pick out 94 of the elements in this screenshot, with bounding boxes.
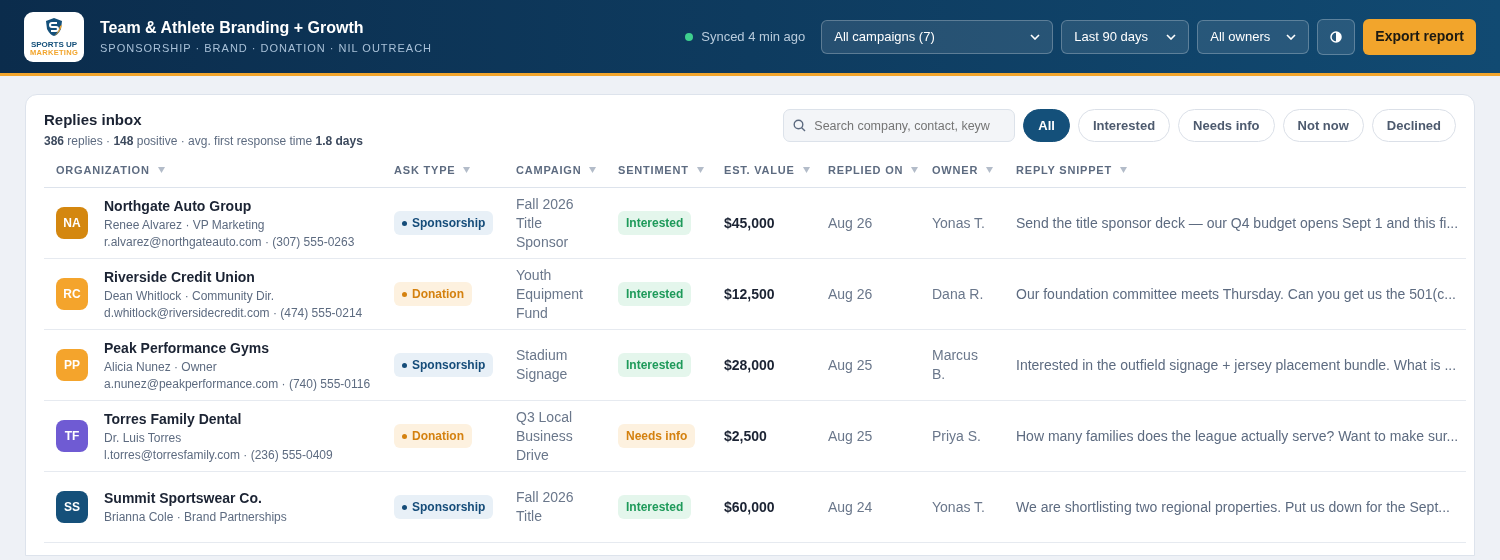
app-title: Team & Athlete Branding + Growth [100,18,365,39]
organization-name: Riverside Credit Union [104,267,256,287]
table-cell: How many families does the league actually serve? Want to make sur... [1004,400,1466,472]
ask-type-tag: Sponsorship [394,353,494,378]
sentiment-tag: Interested [618,282,692,306]
filter-dropdown[interactable]: All campaigns (7) [821,19,1054,54]
table-cell: $2,500 [712,400,816,472]
shield-icon [45,16,63,37]
export-button[interactable]: Export report [1363,18,1476,55]
column-header[interactable]: SENTIMENT [618,161,704,178]
sync-status: Synced 4 min ago [701,27,806,46]
organization-name: Torres Family Dental [104,409,243,429]
sort-icon [157,166,165,173]
table-cell: $45,000 [712,187,816,259]
chevron-down-icon [1166,33,1177,40]
contact-name: Alicia Nunez · Owner [104,358,218,376]
table-cell: Q3 Local Business Drive [504,400,606,472]
organization-name: Northgate Auto Group [104,196,253,216]
table-cell: $60,000 [712,471,816,543]
table-cell: Send the title sponsor deck — our Q4 budget opens Sept 1 and this fi... [1004,187,1466,259]
sort-icon [1120,166,1127,173]
contrast-button[interactable] [1317,18,1356,55]
table-cell: Yonas T. [920,187,1004,259]
avatar: RC [56,278,88,310]
chevron-down-icon [1030,33,1041,40]
filter-chip[interactable]: Needs info [1178,109,1275,142]
inbox-summary: 386 replies · 148 positive · avg. first response time 1.8 days [44,132,363,150]
contact-details: d.whitlock@riversidecredit.com · (474) 555-0214 [104,304,363,322]
ask-type-tag: Donation [394,282,472,307]
organization-name: Peak Performance Gyms [104,338,270,358]
table-cell: Dana R. [920,258,1004,330]
sentiment-tag: Interested [618,353,692,377]
table-cell: Our foundation committee meets Thursday. Can you get us the 501(c... [1004,258,1466,330]
column-header[interactable]: EST. VALUE [724,161,810,178]
table-cell: Marcus B. [920,329,1004,401]
table-cell: Yonas T. [920,471,1004,543]
avatar: PP [56,349,88,381]
filter-chip[interactable]: All [1023,109,1070,142]
sort-icon [802,166,810,173]
sentiment-tag: Needs info [618,424,696,448]
table-cell: Aug 26 [816,187,920,259]
ask-type-tag: Sponsorship [394,495,494,520]
logo-text: SPORTS UP [30,40,78,49]
table-cell: Priya S. [920,400,1004,472]
table-cell: $28,000 [712,329,816,401]
sort-icon [986,166,994,173]
filter-dropdown[interactable]: All owners [1197,19,1310,54]
filter-dropdown[interactable]: Last 90 days [1061,19,1190,54]
table-cell: Aug 25 [816,400,920,472]
ask-type-tag: Sponsorship [394,211,494,236]
column-header[interactable]: ORGANIZATION [56,161,165,178]
contact-name: Dean Whitlock · Community Dir. [104,287,276,305]
column-header[interactable]: CAMPAIGN [516,161,597,178]
ask-type-tag: Donation [394,424,472,449]
table-cell: Youth Equipment Fund [504,258,606,330]
sort-icon [696,166,704,173]
search-field[interactable]: Search company, contact, keyw [783,109,1016,142]
filter-chip[interactable]: Not now [1282,109,1364,142]
table-cell: Aug 24 [816,471,920,543]
table-cell: Fall 2026 Title Sponsor [504,187,606,259]
contrast-icon [1330,30,1343,43]
filter-chip[interactable]: Declined [1371,109,1456,142]
status-dot-icon [685,32,694,41]
column-header[interactable]: REPLY SNIPPET [1016,161,1127,178]
avatar: NA [56,207,88,239]
avatar: TF [56,420,88,452]
sentiment-tag: Interested [618,495,692,519]
table-cell: Stadium Signage [504,329,606,401]
table-cell: Interested in the outfield signage + jersey placement bundle. What is ... [1004,329,1466,401]
inbox-title: Replies inbox [44,110,143,130]
avatar: SS [56,491,88,523]
column-header[interactable]: ASK TYPE [394,161,471,178]
chevron-down-icon [1286,33,1297,40]
table-cell: $12,500 [712,258,816,330]
column-header[interactable]: REPLIED ON [828,161,919,178]
filter-chip[interactable]: Interested [1077,109,1171,142]
search-icon [793,119,807,132]
table-cell: Aug 25 [816,329,920,401]
contact-name: Dr. Luis Torres [104,429,183,447]
contact-name: Renee Alvarez · VP Marketing [104,216,266,234]
sentiment-tag: Interested [618,211,692,235]
column-header[interactable]: OWNER [932,161,994,178]
table-cell: Fall 2026 Title [504,471,606,543]
table-cell: Aug 26 [816,258,920,330]
sort-icon [463,166,471,173]
organization-name: Summit Sportswear Co. [104,489,263,508]
sort-icon [911,166,919,173]
contact-details: l.torres@torresfamily.com · (236) 555-0409 [104,446,333,464]
table-cell: We are shortlisting two regional properties. Put us down for the Sept... [1004,471,1466,543]
contact-details: r.alvarez@northgateauto.com · (307) 555-0263 [104,233,355,251]
sort-icon [589,166,597,173]
app-subtitle: SPONSORSHIP · BRAND · DONATION · NIL OUTREACH [100,41,433,57]
contact-name: Brianna Cole · Brand Partnerships [104,509,287,526]
contact-details: a.nunez@peakperformance.com · (740) 555-0116 [104,375,371,393]
